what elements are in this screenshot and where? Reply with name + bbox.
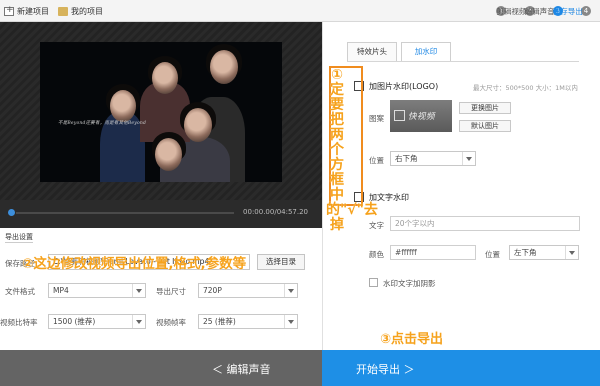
format-value: MP4: [53, 286, 69, 295]
format-select[interactable]: MP4: [48, 283, 146, 298]
preview-panel: 不是Beyond还要有，而是有其他Beyond 00:00.00/04:57.2…: [0, 22, 322, 350]
format-label: 文件格式: [5, 287, 35, 296]
size-value: 720P: [203, 286, 222, 295]
step-1[interactable]: 1 剪辑视频: [496, 6, 526, 16]
size-label: 导出尺寸: [156, 287, 186, 296]
color-label: 颜色: [369, 250, 384, 259]
fps-select[interactable]: 25 (推荐): [198, 314, 298, 329]
back-label: ＜ 编辑声音: [212, 363, 271, 376]
my-projects-button[interactable]: 我的项目: [58, 5, 103, 17]
step-4[interactable]: 4: [581, 6, 594, 16]
chevron-down-icon: [565, 246, 578, 259]
image-position-select[interactable]: 右下角: [390, 151, 476, 166]
watermark-text-input[interactable]: 20个字以内: [390, 216, 580, 231]
effects-panel: 特效片头 加水印 加图片水印(LOGO) 最大尺寸：500*500 大小：1M以…: [322, 22, 600, 350]
effects-tabs: 特效片头 加水印: [347, 42, 455, 61]
export-section-title: 导出设置: [5, 233, 33, 243]
seek-handle[interactable]: [8, 209, 15, 216]
video-preview: 不是Beyond还要有，而是有其他Beyond: [0, 22, 322, 200]
bitrate-label: 视频比特率: [0, 318, 38, 327]
chevron-down-icon: [462, 152, 475, 165]
image-watermark-title: 加图片水印(LOGO): [369, 82, 439, 91]
annotation-1-text: 定要把两个方框中的"√"去掉: [326, 82, 378, 233]
person-face: [155, 138, 182, 171]
annotation-3: ③点击导出: [380, 332, 444, 347]
fps-label: 视频帧率: [156, 318, 186, 327]
export-settings: 导出设置 保存路径 C:\快剪辑视频\Demi Lovato - Let It …: [0, 228, 322, 350]
step-3[interactable]: 3 保存导出: [552, 6, 583, 16]
color-input[interactable]: #ffffff: [390, 245, 476, 260]
player-controls: 00:00.00/04:57.20: [0, 200, 322, 228]
person-face: [184, 108, 212, 142]
start-export-button[interactable]: 开始导出 ＞: [322, 350, 600, 386]
position-label: 位置: [369, 156, 384, 165]
chevron-down-icon: [132, 315, 145, 328]
logo-mark-icon: [394, 110, 405, 121]
step-2[interactable]: 2 编辑声音: [524, 6, 555, 16]
step-progress: 1 剪辑视频 › 2 编辑声音 › 3 保存导出 › 4: [496, 0, 600, 22]
bitrate-value: 1500 (推荐): [53, 317, 96, 326]
step-2-label: 编辑声音: [524, 6, 555, 16]
top-toolbar: 新建项目 我的项目 1 剪辑视频 › 2 编辑声音 › 3 保存导出 › 4: [0, 0, 600, 22]
shadow-checkbox[interactable]: [369, 278, 378, 287]
folder-icon: [58, 6, 68, 16]
video-caption: 不是Beyond还要有，而是有其他Beyond: [58, 121, 147, 126]
text-position-label: 位置: [485, 250, 500, 259]
chevron-down-icon: [284, 284, 297, 297]
text-label: 文字: [369, 221, 384, 230]
default-image-button[interactable]: 默认图片: [459, 120, 511, 132]
export-label: 开始导出 ＞: [356, 363, 415, 376]
annotation-2: ②这边修改视频导出位置,格式,参数等: [22, 256, 247, 272]
step-1-label: 剪辑视频: [496, 6, 527, 16]
tab-intro-effects[interactable]: 特效片头: [347, 42, 397, 61]
new-file-icon: [4, 5, 14, 16]
person-face: [152, 62, 178, 94]
chevron-down-icon: [284, 315, 297, 328]
size-select[interactable]: 720P: [198, 283, 298, 298]
chevron-down-icon: [132, 284, 145, 297]
tab-watermark[interactable]: 加水印: [401, 42, 451, 61]
browse-directory-button[interactable]: 选择目录: [257, 254, 305, 270]
fps-value: 25 (推荐): [203, 317, 236, 326]
shadow-label: 水印文字加阴影: [383, 279, 436, 288]
person-face: [110, 90, 136, 122]
bitrate-select[interactable]: 1500 (推荐): [48, 314, 146, 329]
seek-bar[interactable]: [16, 212, 234, 214]
image-position-value: 右下角: [395, 154, 418, 163]
annotation-1-number: ①: [331, 67, 343, 83]
step-3-label: 保存导出: [552, 6, 583, 16]
annotation-1: ① 定要把两个方框中的"√"去掉: [326, 67, 378, 233]
timecode: 00:00.00/04:57.20: [243, 208, 308, 216]
image-watermark-hint: 最大尺寸：500*500 大小：1M以内: [473, 84, 578, 92]
tab-divider: [347, 61, 579, 62]
watermark-logo-preview: 快视频: [390, 100, 452, 132]
text-position-select[interactable]: 左下角: [509, 245, 579, 260]
back-to-audio-button[interactable]: ＜ 编辑声音: [0, 350, 322, 386]
logo-text: 快视频: [408, 112, 436, 122]
video-frame: 不是Beyond还要有，而是有其他Beyond: [40, 42, 282, 182]
new-project-button[interactable]: 新建项目: [4, 5, 49, 17]
image-label: 图案: [369, 114, 384, 123]
person-face: [210, 50, 238, 84]
text-position-value: 左下角: [514, 248, 537, 257]
new-project-label: 新建项目: [17, 6, 49, 16]
change-image-button[interactable]: 更换图片: [459, 102, 511, 114]
my-projects-label: 我的项目: [71, 6, 103, 16]
